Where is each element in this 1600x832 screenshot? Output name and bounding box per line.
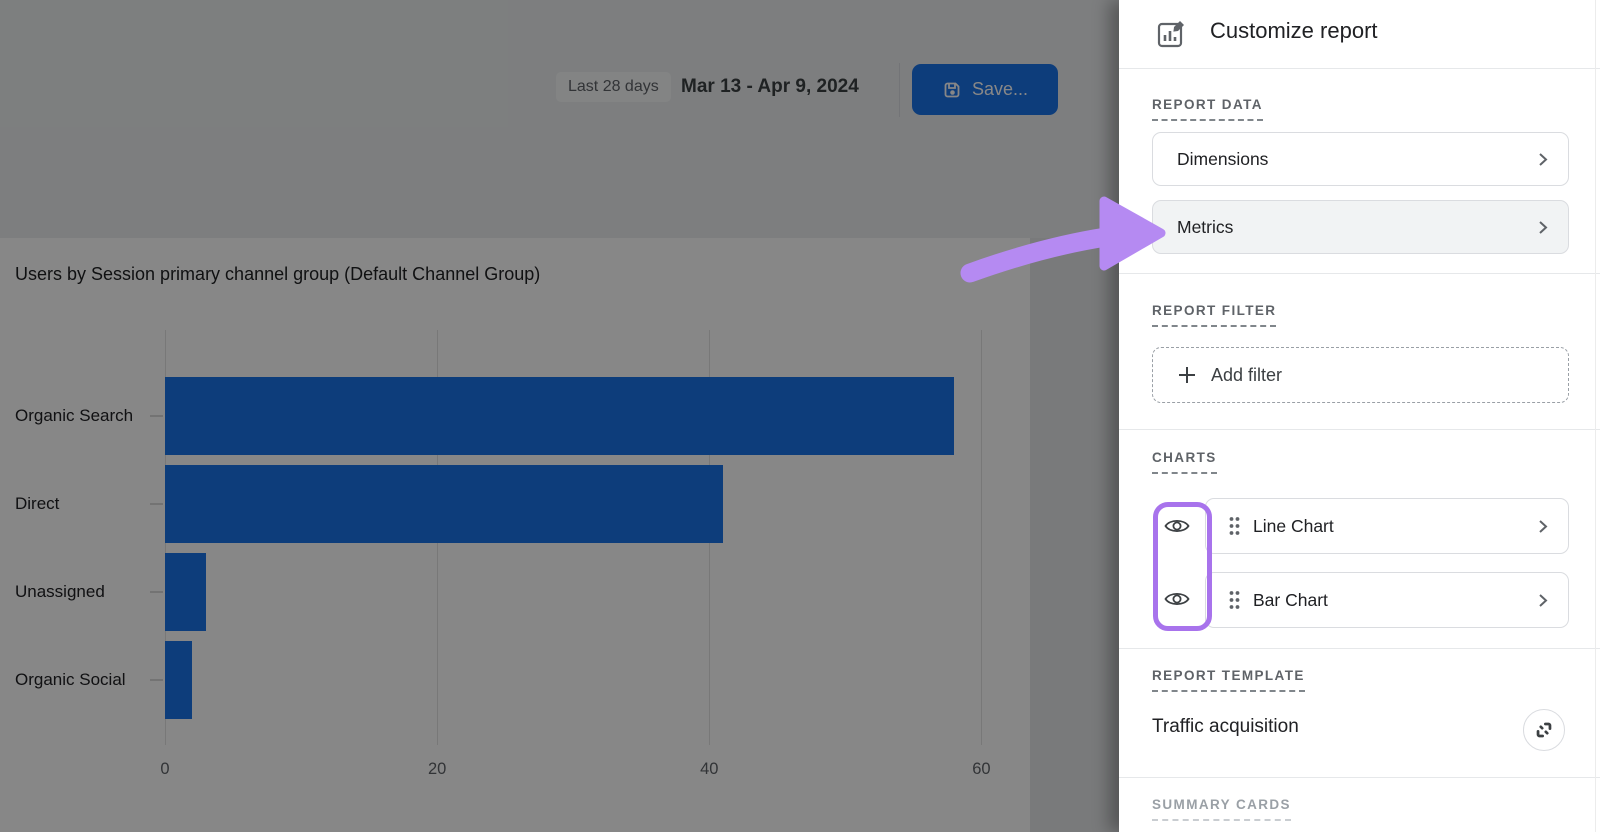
chevron-right-icon — [1535, 519, 1550, 534]
panel-scrollbar-track[interactable] — [1595, 0, 1596, 832]
line-chart-visibility-toggle[interactable] — [1157, 506, 1197, 546]
unlink-template-button[interactable] — [1523, 709, 1565, 751]
drag-handle-icon[interactable] — [1228, 590, 1241, 610]
chevron-right-icon — [1535, 220, 1550, 235]
divider — [1119, 777, 1600, 778]
divider — [1119, 648, 1600, 649]
edit-chart-icon — [1156, 17, 1188, 54]
bar-chart-visibility-toggle[interactable] — [1157, 579, 1197, 619]
plus-icon — [1177, 365, 1197, 385]
add-filter-button[interactable]: Add filter — [1152, 347, 1569, 403]
report-filter-section-label: REPORT FILTER — [1152, 303, 1276, 327]
visibility-eye-icon — [1164, 517, 1190, 535]
report-data-section-label: REPORT DATA — [1152, 97, 1263, 121]
customize-report-panel: Customize report REPORT DATA Dimensions … — [1119, 0, 1600, 832]
bar-chart-label: Bar Chart — [1253, 590, 1523, 611]
summary-cards-section-label: SUMMARY CARDS — [1152, 797, 1291, 821]
dim-overlay-scrim — [0, 0, 1119, 832]
chevron-right-icon — [1535, 152, 1550, 167]
drag-handle-icon[interactable] — [1228, 516, 1241, 536]
divider — [1119, 273, 1600, 274]
chevron-right-icon — [1535, 593, 1550, 608]
dimensions-button[interactable]: Dimensions — [1152, 132, 1569, 186]
divider — [1119, 429, 1600, 430]
metrics-button[interactable]: Metrics — [1152, 200, 1569, 254]
visibility-eye-icon — [1164, 590, 1190, 608]
charts-section-label: CHARTS — [1152, 450, 1217, 474]
line-chart-row-button[interactable]: Line Chart — [1205, 498, 1569, 554]
divider — [1119, 68, 1600, 69]
line-chart-label: Line Chart — [1253, 516, 1523, 537]
bar-chart-row-button[interactable]: Bar Chart — [1205, 572, 1569, 628]
add-filter-label: Add filter — [1211, 365, 1282, 386]
report-template-section-label: REPORT TEMPLATE — [1152, 668, 1305, 692]
dimensions-button-label: Dimensions — [1177, 149, 1535, 170]
metrics-button-label: Metrics — [1177, 217, 1535, 238]
report-template-value: Traffic acquisition — [1152, 716, 1299, 738]
panel-title: Customize report — [1210, 18, 1378, 44]
unlink-icon — [1533, 719, 1555, 741]
